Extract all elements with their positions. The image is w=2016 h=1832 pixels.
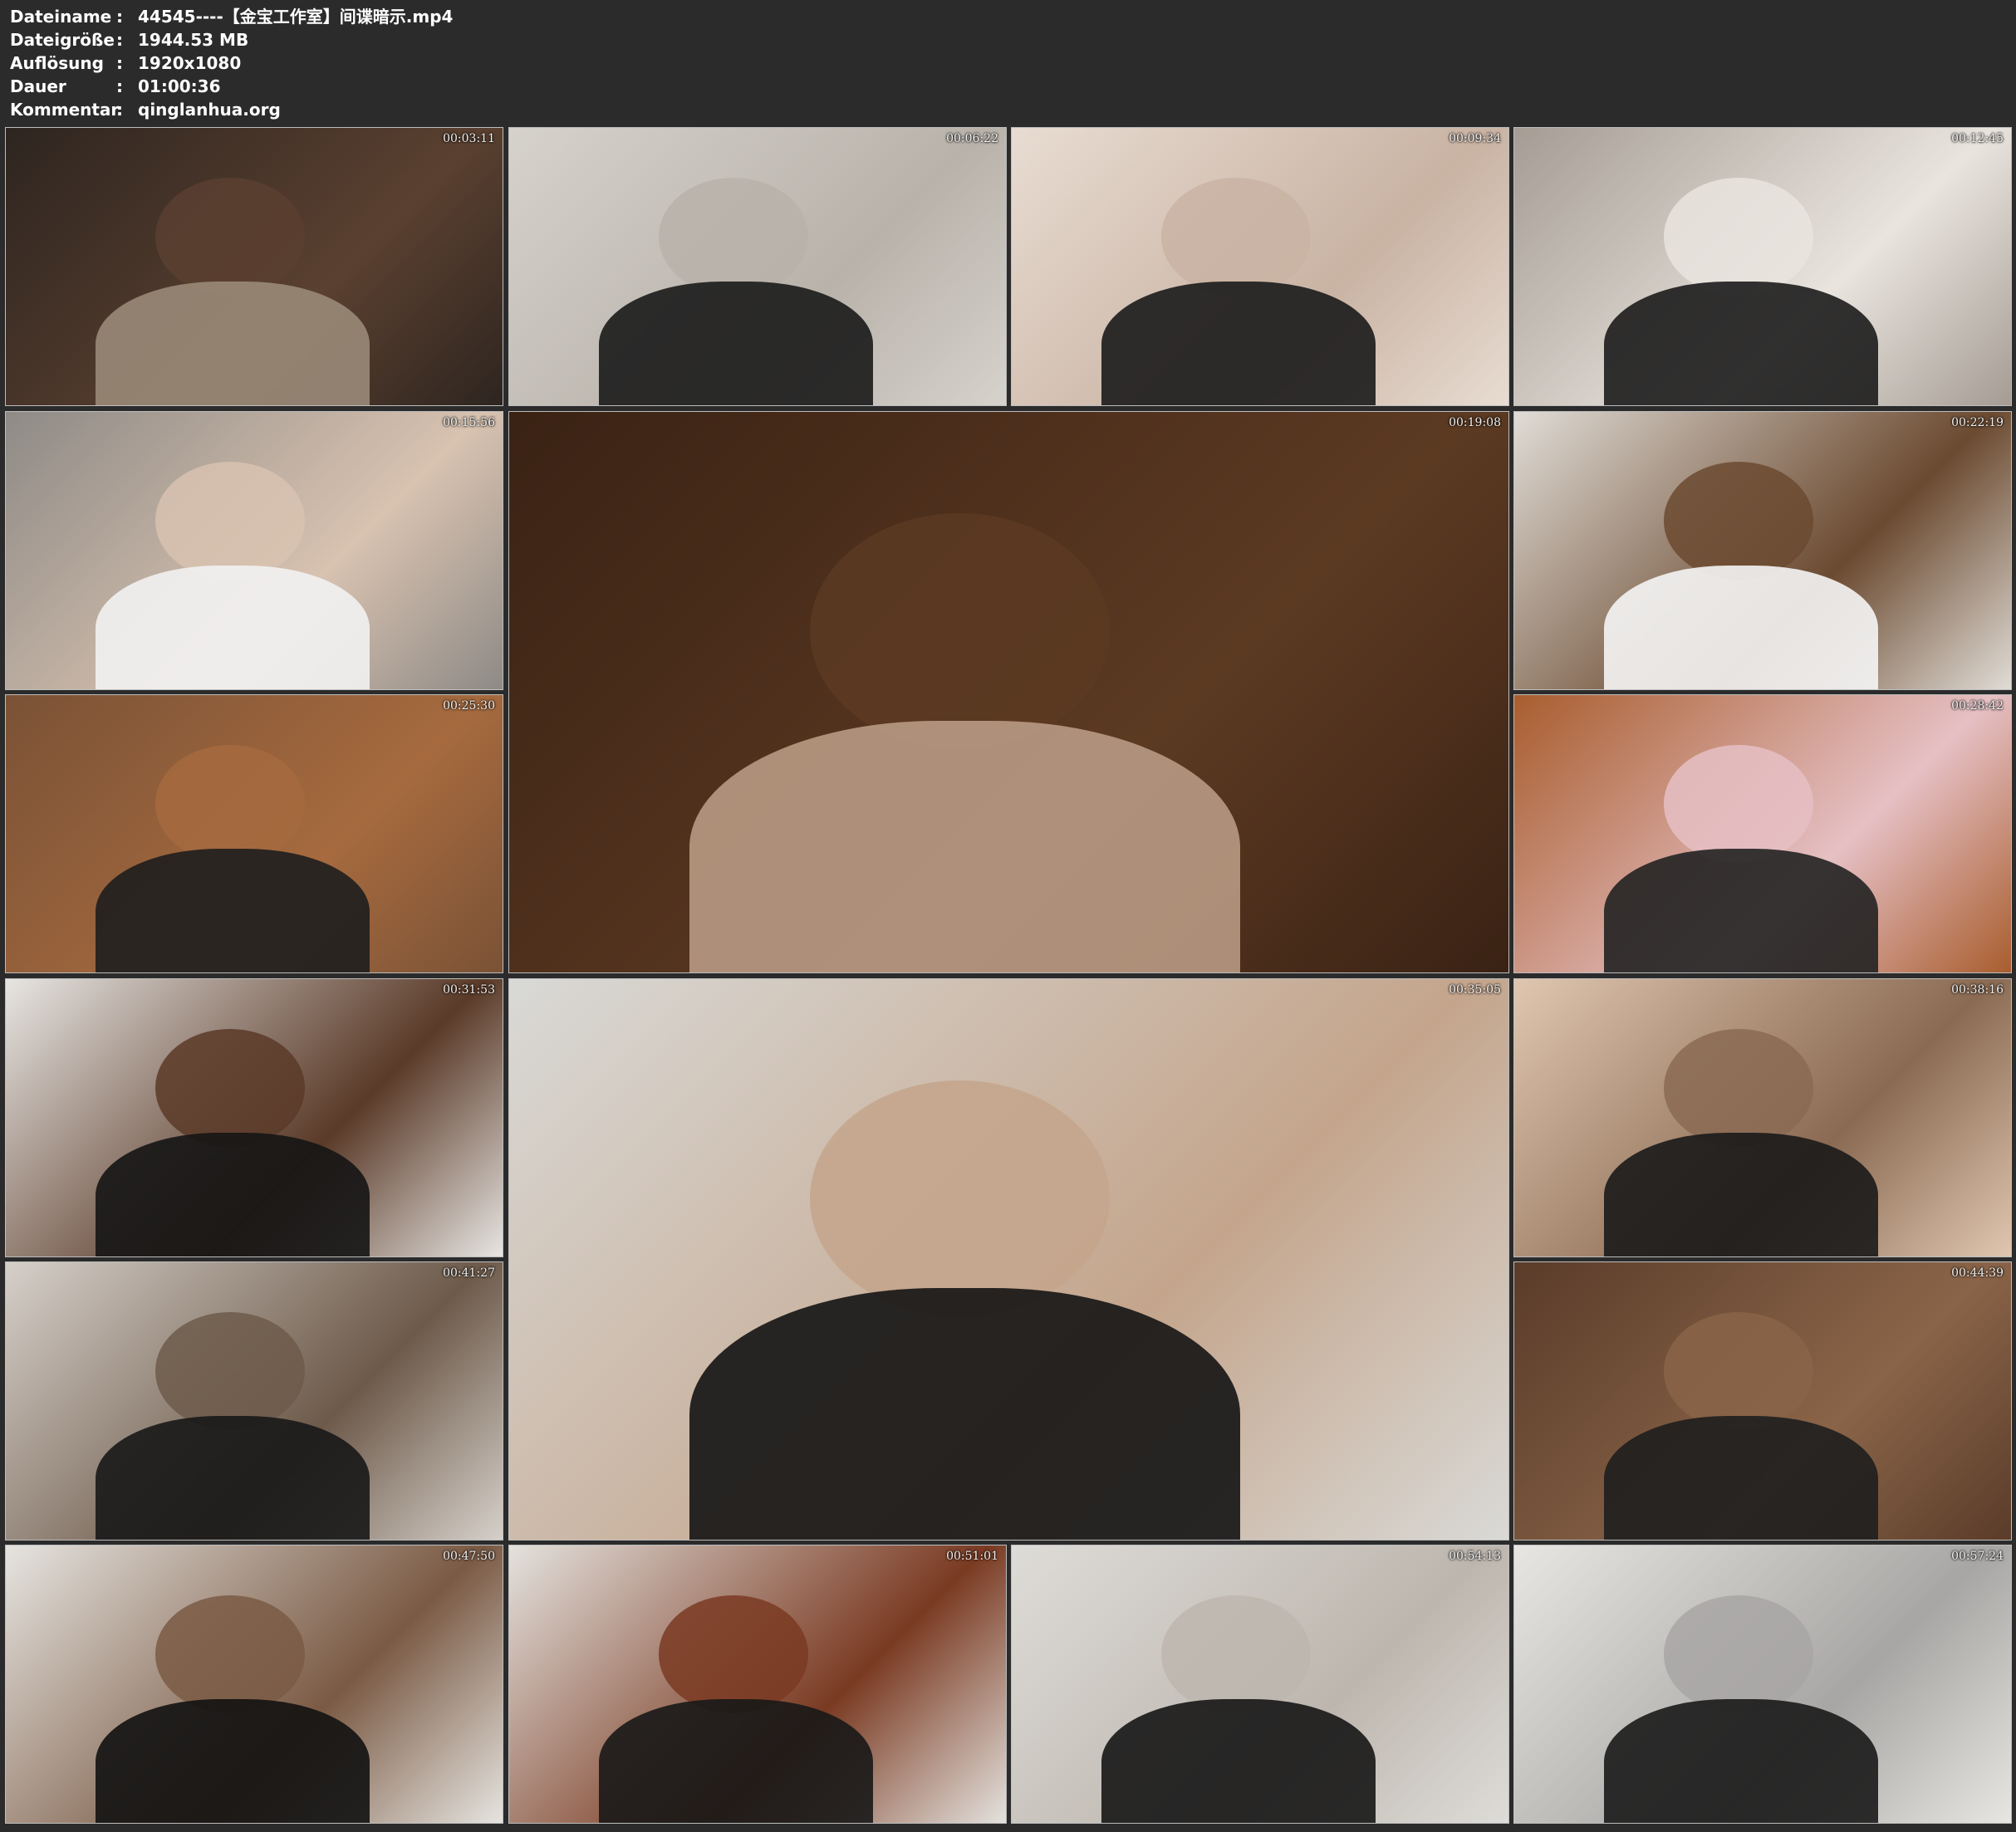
meta-value: 44545----【金宝工作室】间谍暗示.mp4: [138, 7, 454, 27]
thumbnail-grid: 00:03:11 00:06:22 00:09:34 00:12:45 00:15:56…: [0, 123, 2016, 1832]
thumbnail-figure: [155, 178, 305, 296]
video-thumbnail[interactable]: 00:19:08: [508, 411, 1509, 973]
thumbnail-timestamp: 00:09:34: [1449, 132, 1501, 145]
thumbnail-figure-body: [1604, 281, 1878, 405]
thumbnail-figure: [809, 1080, 1110, 1317]
video-thumbnail[interactable]: 00:47:50: [5, 1545, 503, 1824]
thumbnail-figure-body: [1604, 1415, 1878, 1540]
meta-separator: :: [116, 76, 123, 96]
thumbnail-figure-body: [1101, 1698, 1376, 1823]
thumbnail-figure-body: [689, 721, 1240, 972]
video-thumbnail[interactable]: 00:38:16: [1513, 978, 2012, 1257]
video-thumbnail[interactable]: 00:03:11: [5, 127, 503, 406]
video-thumbnail[interactable]: 00:28:42: [1513, 694, 2012, 973]
video-thumbnail[interactable]: 00:12:45: [1513, 127, 2012, 406]
thumbnail-figure-body: [1604, 565, 1878, 689]
thumbnail-figure: [155, 1595, 305, 1713]
meta-separator: :: [116, 100, 123, 120]
meta-duration: Dauer:01:00:36: [10, 75, 221, 98]
thumbnail-figure: [1664, 1029, 1813, 1147]
thumbnail-figure: [155, 1029, 305, 1147]
thumbnail-figure: [1161, 178, 1311, 296]
meta-separator: :: [116, 30, 123, 50]
meta-filename: Dateiname:44545----【金宝工作室】间谍暗示.mp4: [10, 5, 453, 28]
thumbnail-figure: [1161, 1595, 1311, 1713]
thumbnail-timestamp: 00:47:50: [443, 1550, 495, 1563]
thumbnail-figure-body: [96, 1132, 370, 1256]
video-thumbnail[interactable]: 00:51:01: [508, 1545, 1007, 1824]
meta-comment: Kommentar: qinglanhua.org: [10, 98, 281, 121]
video-thumbnail[interactable]: 00:41:27: [5, 1261, 503, 1541]
thumbnail-figure-body: [1101, 281, 1376, 405]
thumbnail-figure: [1664, 178, 1813, 296]
thumbnail-timestamp: 00:41:27: [443, 1266, 495, 1280]
meta-separator: :: [116, 53, 123, 73]
meta-label: Dateiname: [10, 7, 112, 27]
thumbnail-timestamp: 00:25:30: [443, 699, 495, 713]
video-thumbnail[interactable]: 00:09:34: [1011, 127, 1509, 406]
thumbnail-figure: [659, 178, 808, 296]
meta-filesize: Dateigröße:1944.53 MB: [10, 28, 248, 51]
thumbnail-figure-body: [96, 565, 370, 689]
thumbnail-figure-body: [1604, 1698, 1878, 1823]
thumbnail-timestamp: 00:06:22: [946, 132, 998, 145]
thumbnail-figure-body: [96, 281, 370, 405]
thumbnail-figure: [155, 745, 305, 863]
thumbnail-timestamp: 00:28:42: [1951, 699, 2004, 713]
thumbnail-timestamp: 00:19:08: [1449, 416, 1501, 429]
video-thumbnail[interactable]: 00:06:22: [508, 127, 1007, 406]
thumbnail-figure-body: [599, 1698, 873, 1823]
meta-label: Kommentar: [10, 100, 120, 120]
meta-resolution: Auflösung:1920x1080: [10, 51, 241, 75]
meta-label: Dateigröße: [10, 30, 115, 50]
thumbnail-figure-body: [689, 1288, 1240, 1540]
video-thumbnail[interactable]: 00:25:30: [5, 694, 503, 973]
thumbnail-timestamp: 00:15:56: [443, 416, 495, 429]
thumbnail-figure: [659, 1595, 808, 1713]
thumbnail-figure: [1664, 1595, 1813, 1713]
thumbnail-timestamp: 00:31:53: [443, 983, 495, 997]
thumbnail-timestamp: 00:22:19: [1951, 416, 2004, 429]
thumbnail-figure: [155, 1312, 305, 1430]
thumbnail-timestamp: 00:38:16: [1951, 983, 2004, 997]
thumbnail-timestamp: 00:57:24: [1951, 1550, 2004, 1563]
thumbnail-figure-body: [1604, 1132, 1878, 1256]
thumbnail-figure-body: [1604, 848, 1878, 972]
thumbnail-figure: [155, 462, 305, 580]
video-thumbnail[interactable]: 00:44:39: [1513, 1261, 2012, 1541]
thumbnail-figure: [1664, 745, 1813, 863]
meta-label: Dauer: [10, 76, 66, 96]
video-thumbnail[interactable]: 00:22:19: [1513, 411, 2012, 690]
video-thumbnail[interactable]: 00:15:56: [5, 411, 503, 690]
thumbnail-figure-body: [96, 1415, 370, 1540]
meta-value: 1944.53 MB: [138, 30, 249, 50]
video-thumbnail[interactable]: 00:31:53: [5, 978, 503, 1257]
thumbnail-figure-body: [96, 1698, 370, 1823]
video-thumbnail[interactable]: 00:57:24: [1513, 1545, 2012, 1824]
thumbnail-figure: [809, 512, 1110, 750]
thumbnail-timestamp: 00:03:11: [443, 132, 495, 145]
meta-separator: :: [116, 7, 123, 27]
thumbnail-figure: [1664, 462, 1813, 580]
thumbnail-figure-body: [96, 848, 370, 972]
thumbnail-timestamp: 00:12:45: [1951, 132, 2004, 145]
meta-value: 01:00:36: [138, 76, 221, 96]
thumbnail-timestamp: 00:51:01: [946, 1550, 998, 1563]
thumbnail-figure: [1664, 1312, 1813, 1430]
thumbnail-figure-body: [599, 281, 873, 405]
thumbnail-timestamp: 00:44:39: [1951, 1266, 2004, 1280]
meta-value: 1920x1080: [138, 53, 242, 73]
video-thumbnail[interactable]: 00:54:13: [1011, 1545, 1509, 1824]
meta-value: qinglanhua.org: [138, 100, 281, 120]
info-header: Dateiname:44545----【金宝工作室】间谍暗示.mp4 Datei…: [0, 0, 2016, 123]
meta-label: Auflösung: [10, 53, 104, 73]
thumbnail-timestamp: 00:54:13: [1449, 1550, 1501, 1563]
video-thumbnail[interactable]: 00:35:05: [508, 978, 1509, 1541]
thumbnail-timestamp: 00:35:05: [1449, 983, 1501, 997]
